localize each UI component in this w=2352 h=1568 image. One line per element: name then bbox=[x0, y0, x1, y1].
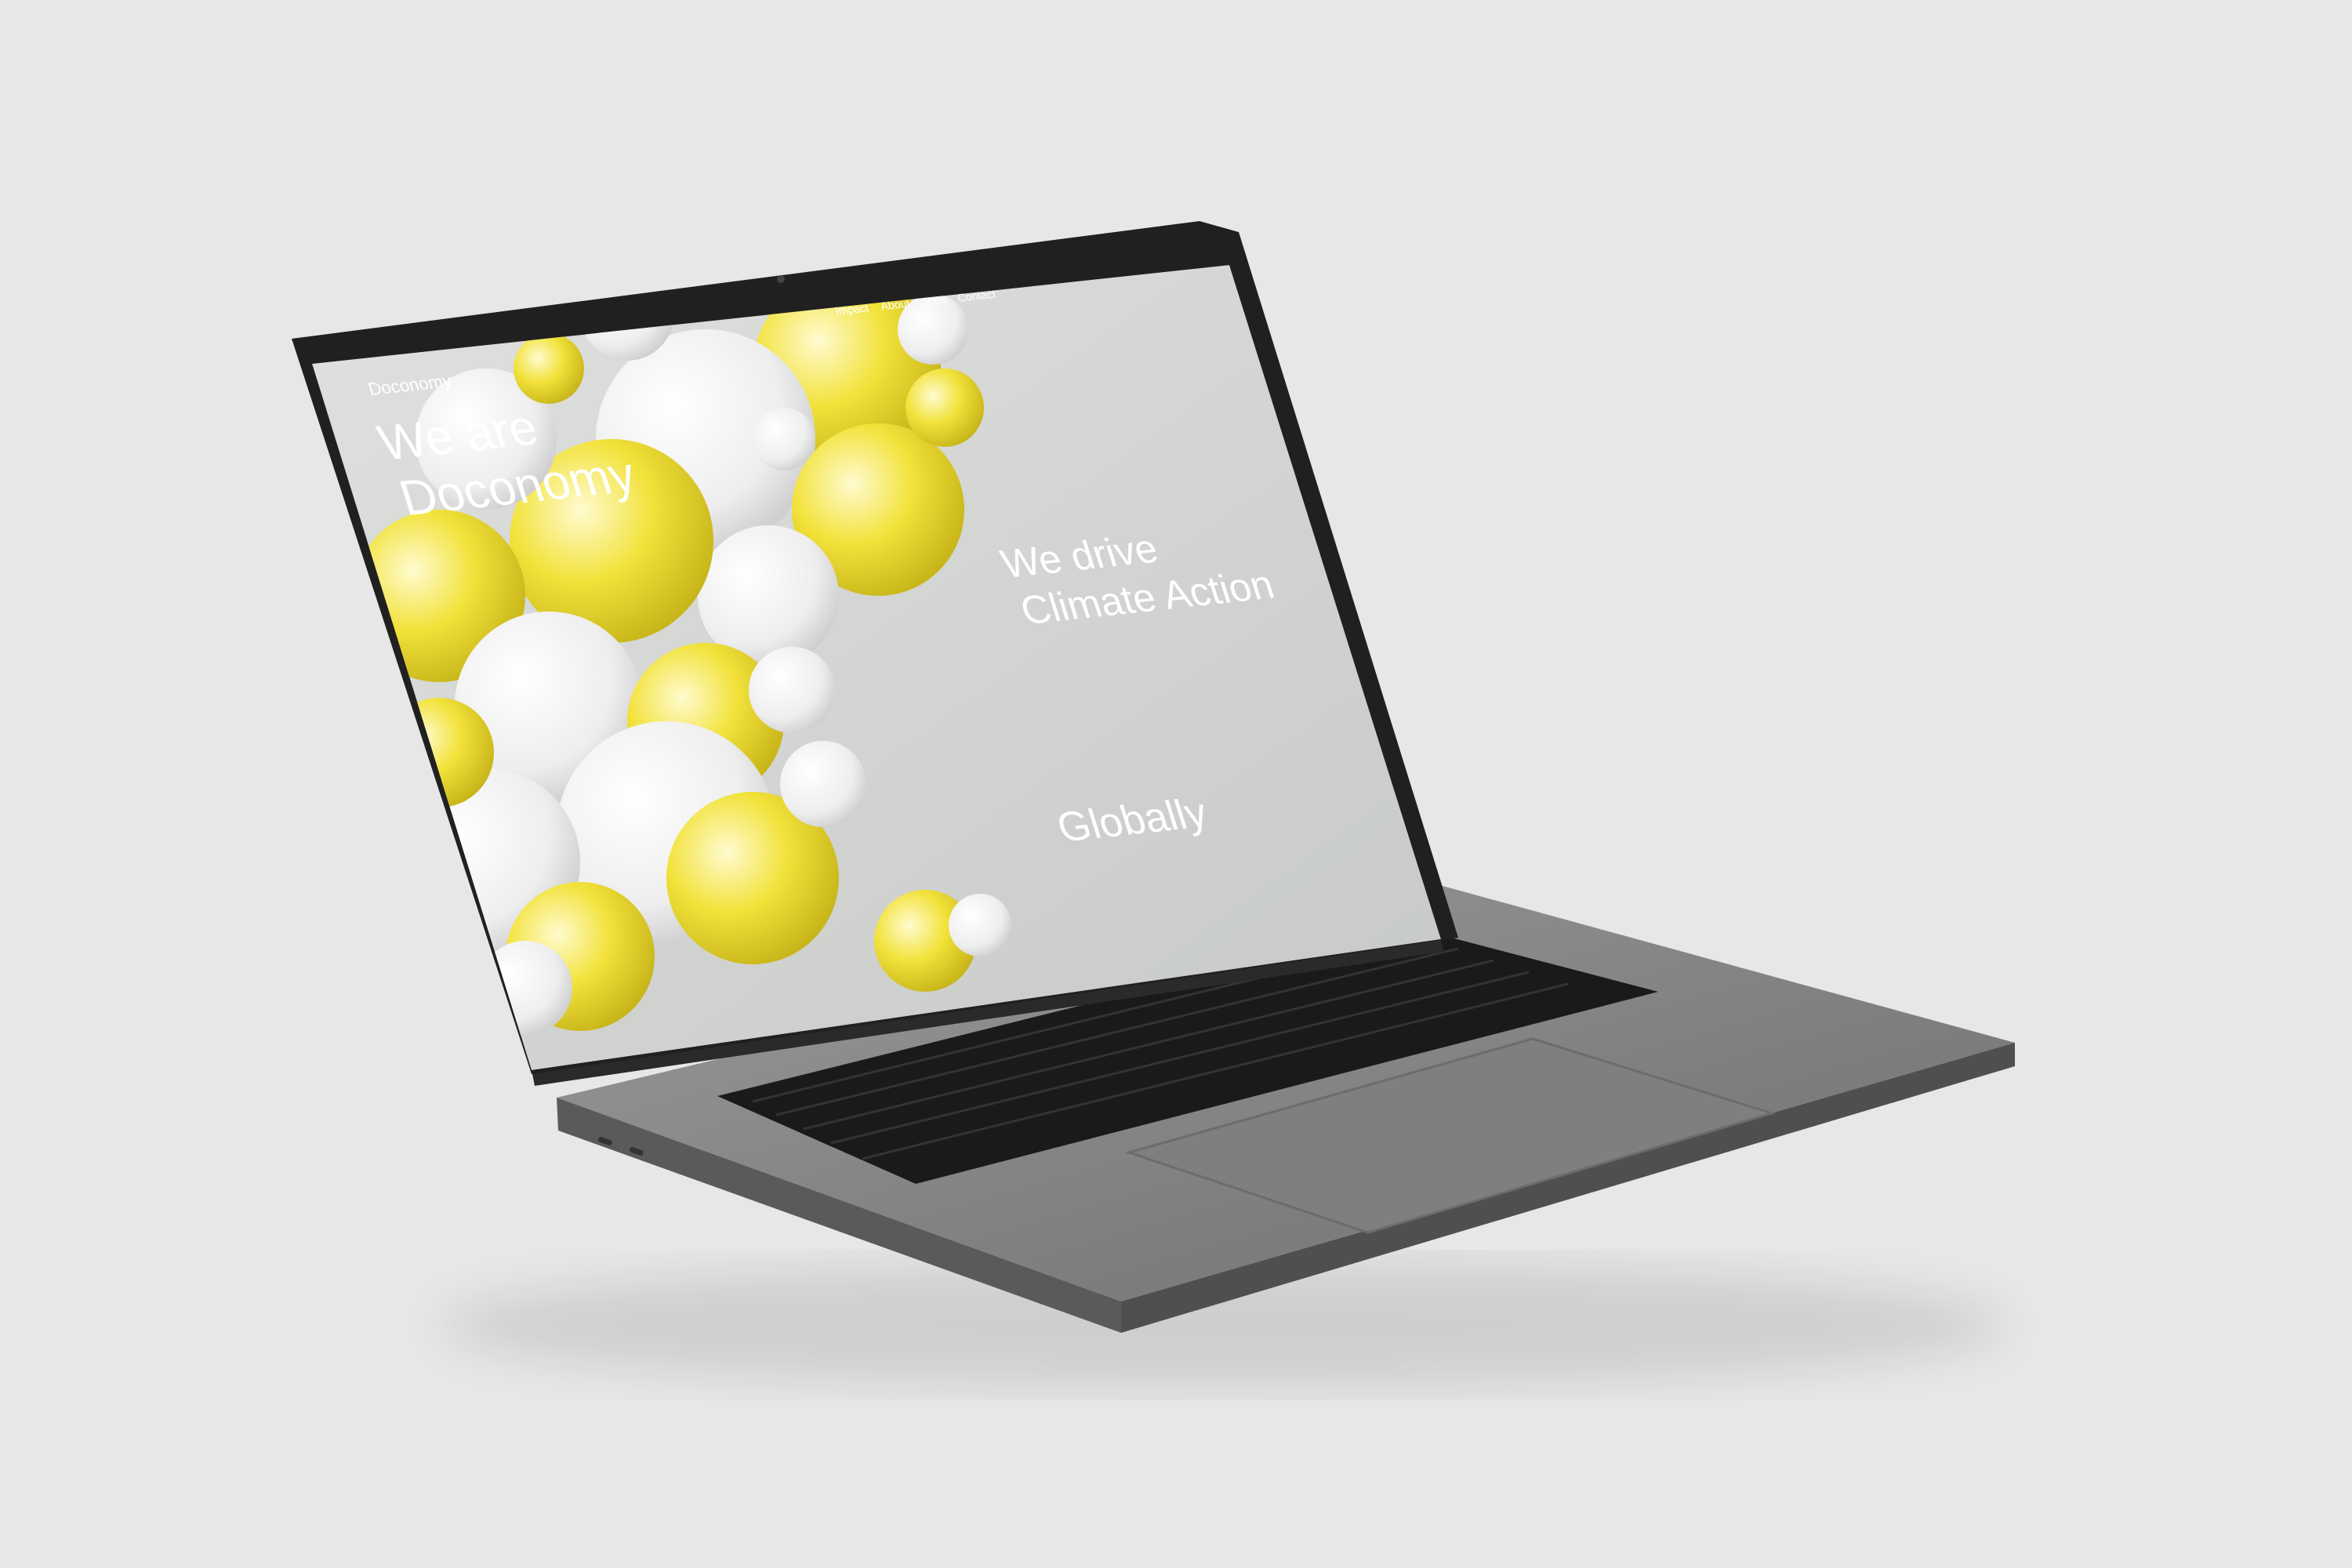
laptop-mockup-scene: Doconomy Impact About Jobs Contact We ar… bbox=[292, 221, 2015, 1388]
camera-icon bbox=[777, 275, 785, 283]
